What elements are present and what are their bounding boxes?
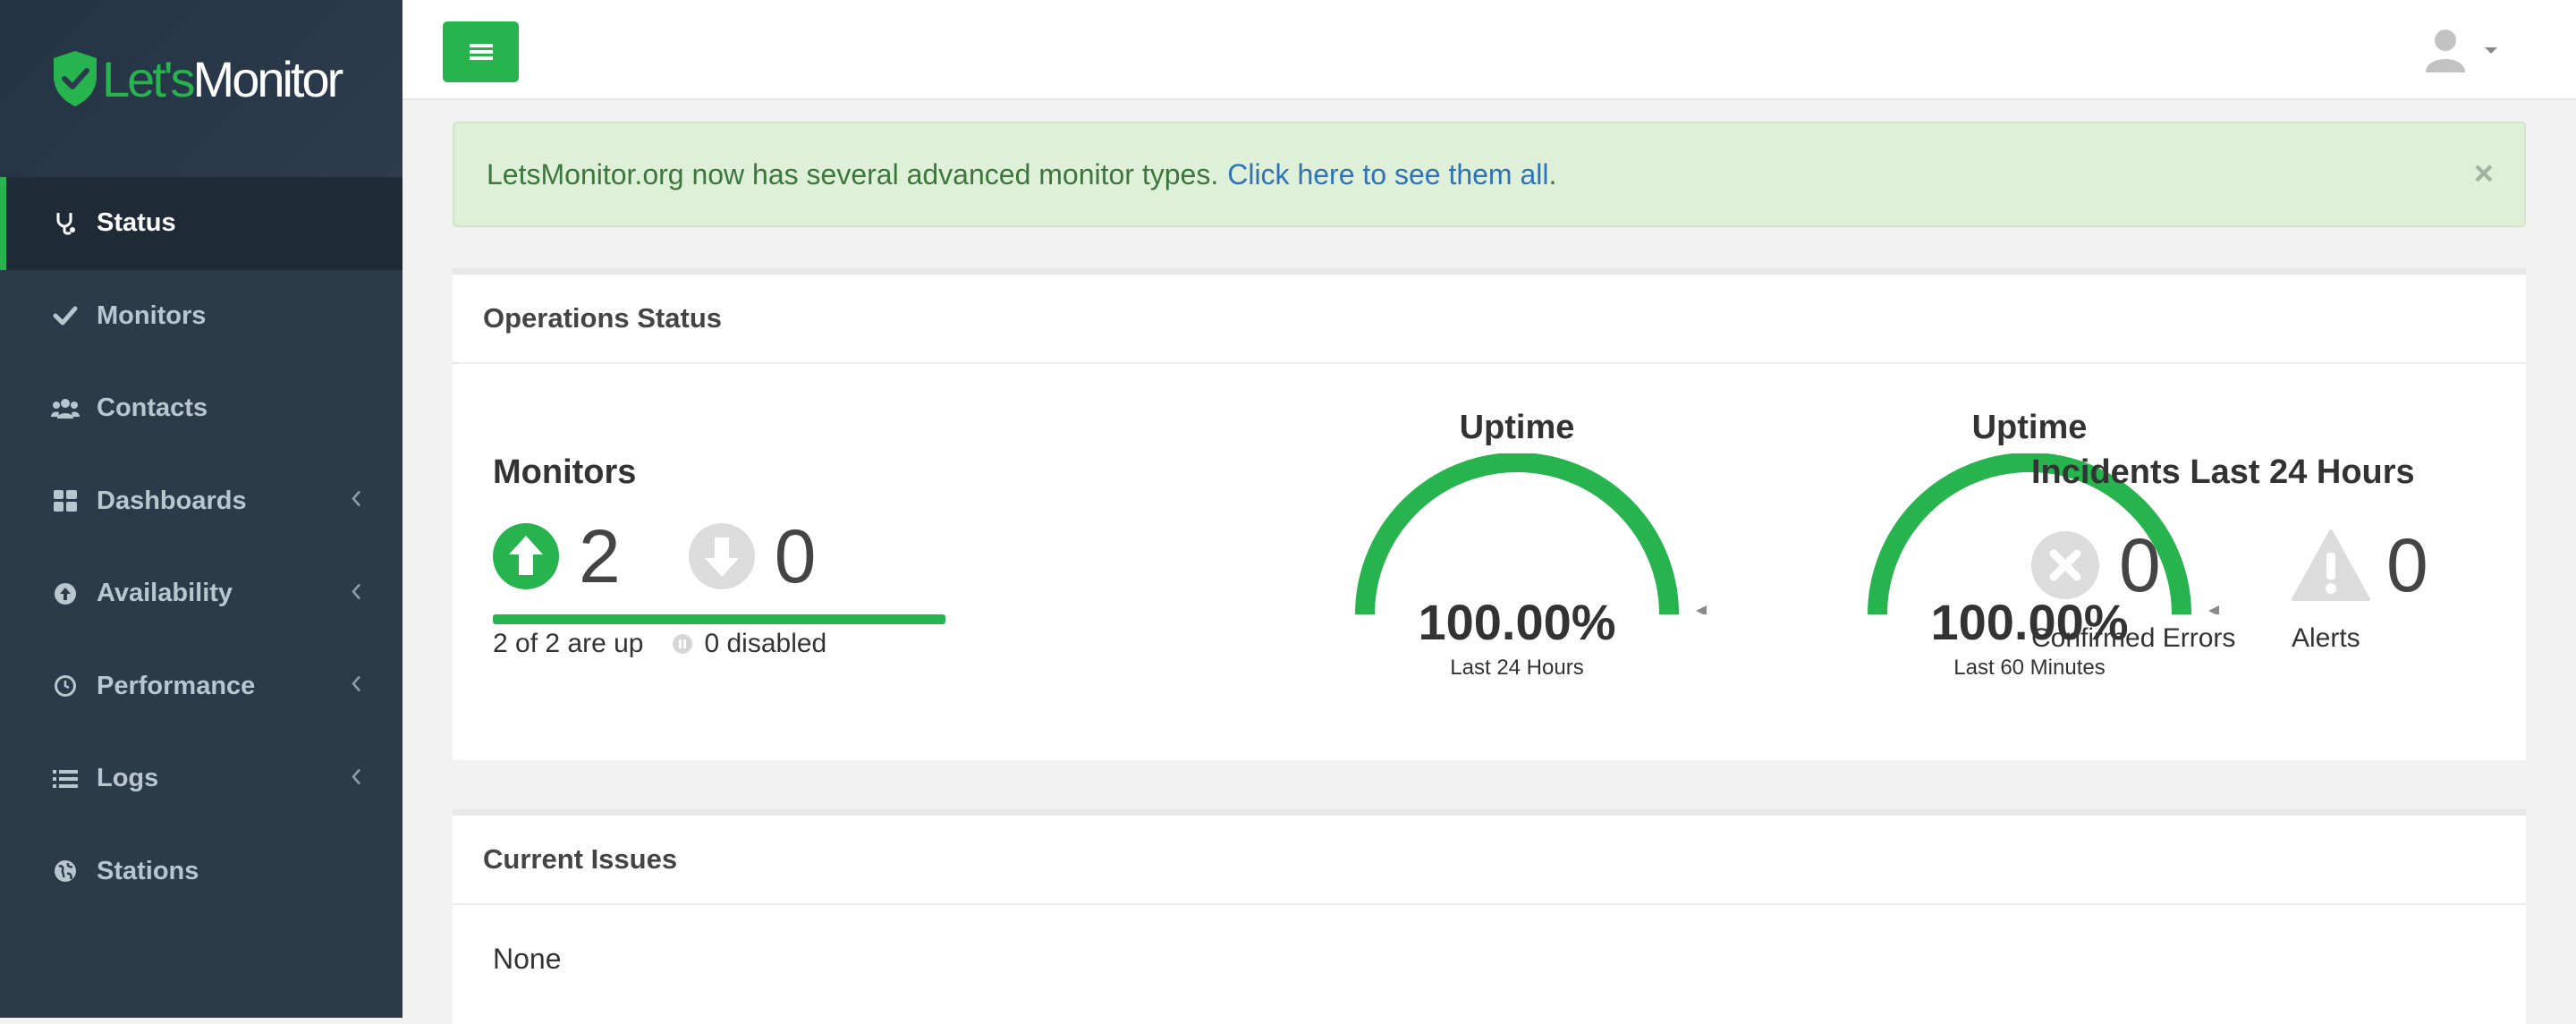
panel-title: Current Issues	[453, 816, 2526, 905]
chevron-left-icon	[351, 490, 361, 512]
list-icon	[50, 764, 80, 794]
gauge-arc	[1355, 453, 1707, 614]
warning-triangle-icon	[2292, 529, 2370, 601]
clock-icon	[50, 671, 80, 701]
logo-monitor: Monitor	[192, 50, 344, 107]
gauge-subtitle: Last 24 Hours	[1450, 656, 1584, 680]
alerts-label: Alerts	[2292, 623, 2360, 653]
sidebar-item-label: Performance	[97, 671, 256, 700]
user-avatar-icon	[2426, 30, 2465, 72]
sidebar-item-availability[interactable]: Availability	[0, 547, 402, 640]
chevron-left-icon	[351, 675, 361, 698]
user-menu[interactable]	[2424, 25, 2504, 75]
current-issues-panel: Current Issues None	[453, 809, 2526, 1024]
sidebar-item-performance[interactable]: Performance	[0, 640, 402, 733]
globe-icon	[50, 856, 80, 886]
sidebar-item-contacts[interactable]: Contacts	[0, 362, 402, 455]
arrow-circle-up-icon	[50, 579, 80, 609]
sidebar: Let's Monitor Status Monitors Contacts D…	[0, 0, 402, 1018]
confirmed-errors-count: 0	[2119, 522, 2161, 607]
sidebar-nav: Status Monitors Contacts Dashboards Avai…	[0, 177, 402, 918]
chevron-left-icon	[351, 767, 361, 790]
monitors-up-summary[interactable]: 2 of 2 are up	[493, 629, 643, 659]
uptime-24h-gauge: Uptime 100.00% Last 24 Hours	[1347, 409, 1723, 713]
gauge-title: Uptime	[1459, 409, 1575, 446]
sidebar-item-label: Availability	[97, 579, 233, 608]
pause-circle-icon	[673, 634, 693, 654]
panel-title: Operations Status	[453, 275, 2526, 364]
top-bar	[402, 0, 2576, 100]
monitors-up-progress	[493, 614, 945, 624]
issues-body: None	[493, 943, 562, 975]
monitors-summary: 2 of 2 are up 0 disabled	[493, 629, 826, 659]
sidebar-item-label: Logs	[97, 764, 159, 793]
alerts-count: 0	[2386, 522, 2428, 607]
users-icon	[50, 394, 80, 424]
monitors-counts: 2 0	[493, 513, 817, 600]
gauge-marker-icon	[1696, 605, 1707, 614]
gauge-subtitle: Last 60 Minutes	[1953, 656, 2106, 680]
logo[interactable]: Let's Monitor	[50, 45, 344, 113]
gauge-title: Uptime	[1971, 409, 2088, 446]
sidebar-item-status[interactable]: Status	[0, 177, 402, 270]
alert-text: LetsMonitor.org now has several advanced…	[487, 157, 1219, 190]
sidebar-item-label: Contacts	[97, 394, 208, 423]
monitors-down-count[interactable]: 0	[775, 513, 817, 600]
stethoscope-icon	[50, 208, 80, 239]
caret-down-icon	[2485, 47, 2497, 54]
arrow-circle-up-icon	[493, 523, 559, 589]
monitors-disabled-summary[interactable]: 0 disabled	[704, 629, 826, 659]
sidebar-item-logs[interactable]: Logs	[0, 732, 402, 825]
sidebar-item-monitors[interactable]: Monitors	[0, 270, 402, 363]
hamburger-icon	[469, 44, 493, 60]
sidebar-item-dashboards[interactable]: Dashboards	[0, 455, 402, 548]
x-circle-icon	[2031, 531, 2099, 599]
monitors-up-progress-fill	[493, 614, 945, 624]
sidebar-item-label: Dashboards	[97, 486, 247, 515]
sidebar-item-label: Monitors	[97, 300, 207, 330]
confirmed-errors[interactable]: 0 Confirmed Errors	[2031, 522, 2236, 654]
monitors-title: Monitors	[493, 453, 637, 491]
sidebar-item-label: Status	[97, 208, 176, 238]
logo-text: Let's Monitor	[102, 50, 344, 108]
logo-lets: Let's	[102, 50, 196, 107]
grid-icon	[50, 486, 80, 516]
gauge-value: 100.00%	[1418, 594, 1616, 650]
sidebar-item-label: Stations	[97, 856, 199, 885]
sidebar-toggle-button[interactable]	[443, 21, 519, 82]
confirmed-errors-label: Confirmed Errors	[2031, 623, 2236, 653]
incidents-title: Incidents Last 24 Hours	[2031, 453, 2415, 491]
shield-check-icon	[54, 51, 97, 106]
alert-suffix: .	[1548, 157, 1557, 190]
monitors-up-count[interactable]: 2	[579, 513, 621, 600]
sidebar-item-stations[interactable]: Stations	[0, 825, 402, 918]
operations-status-panel: Operations Status Monitors 2 0 2 of 2 ar…	[453, 268, 2526, 760]
check-icon	[50, 300, 80, 331]
alert-link[interactable]: Click here to see them all	[1227, 158, 1548, 191]
brand-header: Let's Monitor	[0, 0, 402, 177]
close-icon[interactable]: ×	[2474, 156, 2494, 194]
info-alert: LetsMonitor.org now has several advanced…	[453, 122, 2526, 227]
arrow-circle-down-icon	[688, 523, 755, 589]
alerts[interactable]: 0 Alerts	[2292, 522, 2428, 654]
chevron-left-icon	[351, 582, 361, 605]
